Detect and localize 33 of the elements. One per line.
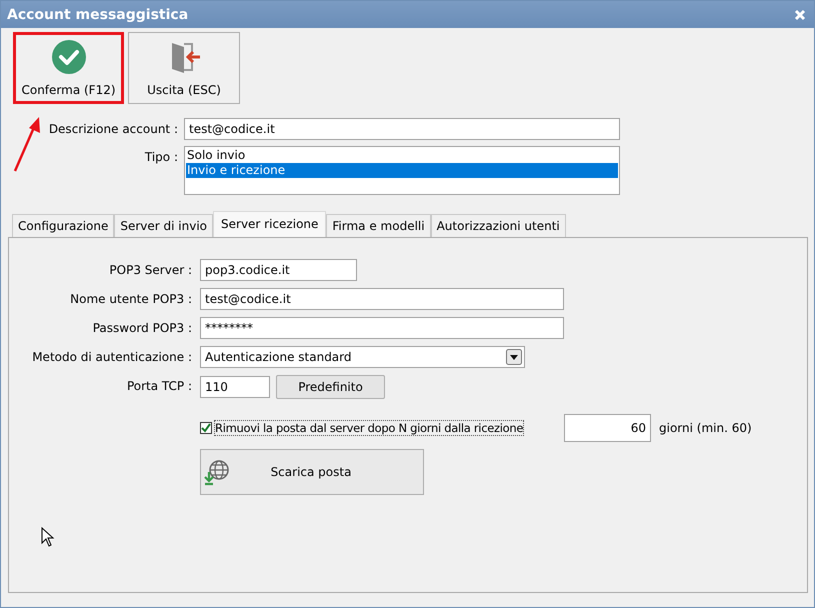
tab[interactable]: Server ricezione [213, 211, 326, 237]
auth-method-dropdown[interactable]: Autenticazione standard [200, 346, 525, 368]
list-item[interactable]: Invio e ricezione [186, 163, 618, 178]
password-field[interactable]: ******** [200, 317, 564, 339]
toolbar-button[interactable]: Uscita (ESC) [128, 32, 240, 104]
tab[interactable]: Firma e modelli [326, 214, 431, 237]
field-label: Nome utente POP3 : [69, 291, 192, 308]
tab[interactable]: Autorizzazioni utenti [430, 214, 566, 237]
field-label: Metodo di autenticazione : [31, 349, 192, 366]
username-field[interactable]: test@codice.it [200, 288, 564, 310]
default-button[interactable]: Predefinito [276, 375, 385, 399]
checkbox-label[interactable]: Rimuovi la posta dal server dopo N giorni dalla ricezione [214, 420, 524, 436]
download-mail-button[interactable]: Scarica posta [200, 449, 424, 495]
toolbar-button[interactable]: Conferma (F12) [13, 32, 124, 104]
checkmark-icon [50, 39, 86, 75]
field-label: Tipo : [144, 149, 178, 164]
checkbox[interactable] [200, 422, 212, 434]
days-field[interactable]: 60 [564, 414, 651, 442]
tab[interactable]: Configurazione [12, 214, 114, 237]
field-label: Descrizione account : [48, 121, 178, 136]
list-item[interactable]: Solo invio [186, 148, 618, 163]
field-label: Password POP3 : [92, 320, 192, 337]
days-note: giorni (min. 60) [659, 421, 752, 435]
close-icon[interactable] [794, 8, 806, 20]
mouse-cursor-icon [41, 527, 55, 547]
window-title: Account messaggistica [7, 6, 188, 22]
field-label: POP3 Server : [108, 262, 192, 279]
account-description-field[interactable]: test@codice.it [184, 118, 620, 140]
field-label: Porta TCP : [126, 378, 192, 395]
tab[interactable]: Server di invio [114, 214, 214, 237]
globe-download-icon [203, 458, 231, 486]
tcp-port-field[interactable]: 110 [200, 376, 270, 398]
pop3-server-field[interactable]: pop3.codice.it [200, 259, 357, 281]
